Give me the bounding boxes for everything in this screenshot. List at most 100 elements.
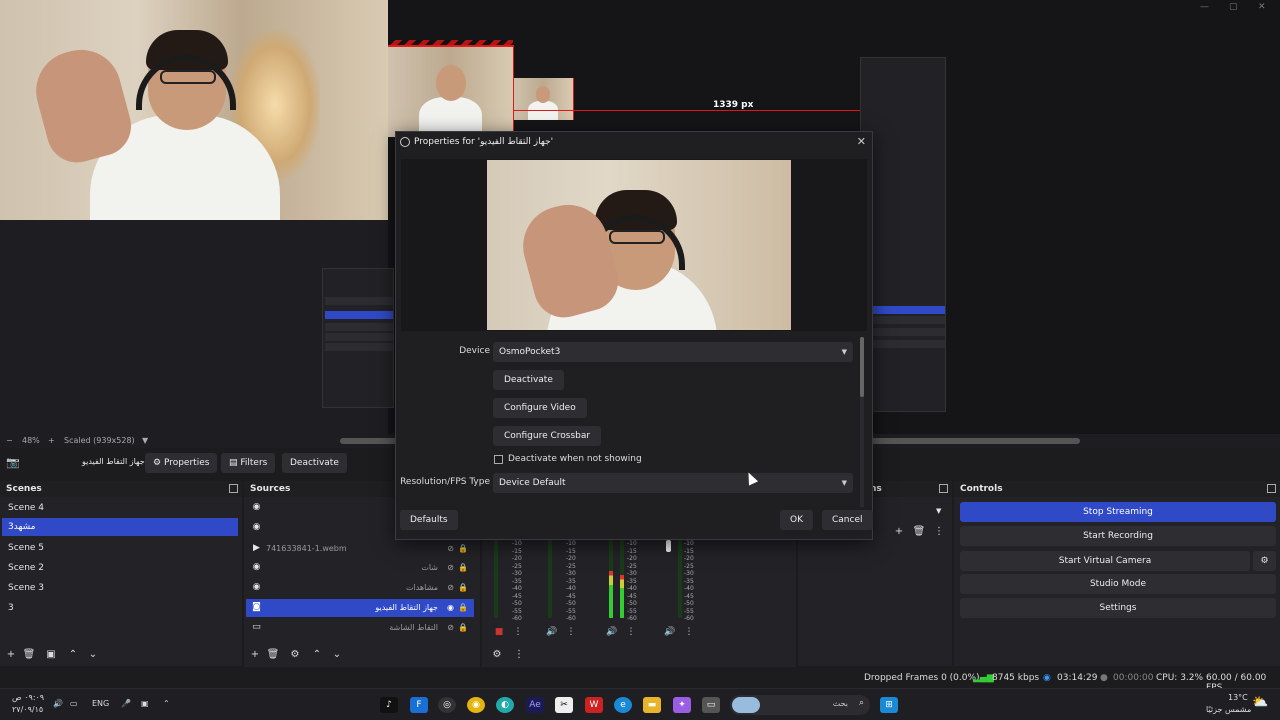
deactivate-button[interactable]: Deactivate <box>493 370 564 390</box>
virtual-camera-settings-button[interactable]: ⚙ <box>1253 551 1276 571</box>
chrome-icon[interactable]: ◉ <box>467 697 485 713</box>
lock-icon[interactable]: 🔒 <box>458 579 468 597</box>
folder-icon[interactable]: ▬ <box>643 697 661 713</box>
remove-source-button[interactable]: 🗑 <box>266 648 280 662</box>
move-down-icon[interactable]: ⌄ <box>86 648 100 662</box>
microphone-icon[interactable]: 🎤 <box>121 699 131 708</box>
speaker-icon[interactable]: 🔊 <box>606 626 618 638</box>
start-virtual-camera-button[interactable]: Start Virtual Camera <box>960 551 1250 571</box>
source-properties-button[interactable]: ⚙ <box>288 648 302 662</box>
device-select[interactable]: OsmoPocket3 ▼ <box>493 342 853 362</box>
add-scene-button[interactable]: + <box>4 648 18 662</box>
hidden-eye-icon[interactable]: ⊘ <box>447 619 454 637</box>
scene-filters-button[interactable]: ▣ <box>44 648 58 662</box>
minimize-button[interactable]: — <box>1200 2 1209 12</box>
mixer-menu-icon[interactable]: ⋮ <box>512 648 526 662</box>
move-up-icon[interactable]: ⌃ <box>310 648 324 662</box>
scene-item[interactable]: Scene 2 <box>2 559 238 577</box>
weather-temp[interactable]: 13°C <box>1228 693 1248 702</box>
speaker-icon[interactable]: 🔊 <box>546 626 558 638</box>
webcam-feed[interactable] <box>0 0 388 220</box>
mixer-settings-icon[interactable]: ⚙ <box>490 648 504 662</box>
volume-icon[interactable]: 🔊 <box>53 699 63 708</box>
chevron-up-icon[interactable]: ⌃ <box>163 699 170 708</box>
weather-desc[interactable]: مشمس جزئيًا <box>1206 705 1251 714</box>
eye-icon[interactable]: ◉ <box>447 599 454 617</box>
hidden-eye-icon[interactable]: ⊘ <box>447 579 454 597</box>
scale-dropdown-icon[interactable]: ▼ <box>142 436 148 445</box>
lock-icon[interactable]: 🔒 <box>458 599 468 617</box>
wps-icon[interactable]: W <box>585 697 603 713</box>
undock-icon[interactable] <box>229 484 238 493</box>
network-icon[interactable]: ▭ <box>70 699 78 708</box>
dialog-scrollbar[interactable] <box>860 337 864 507</box>
speaker-icon[interactable]: 🔊 <box>664 626 676 638</box>
scrollbar-thumb[interactable] <box>860 337 864 397</box>
clock-date[interactable]: ٢٧/٠٩/١٥ <box>12 705 43 714</box>
copilot-icon[interactable]: ✦ <box>673 697 691 713</box>
source-item[interactable]: ◉ شات ⊘ 🔒 <box>246 559 474 577</box>
chevron-down-icon[interactable]: ▼ <box>936 507 941 515</box>
capcut-icon[interactable]: ✂ <box>555 697 573 713</box>
stop-streaming-button[interactable]: Stop Streaming <box>960 502 1276 522</box>
edge-icon[interactable]: e <box>614 697 632 713</box>
zoom-in-button[interactable]: + <box>48 436 55 445</box>
add-source-button[interactable]: + <box>248 648 262 662</box>
add-transition-button[interactable]: + <box>892 525 906 539</box>
hidden-eye-icon[interactable]: ⊘ <box>447 559 454 577</box>
clock-time[interactable]: ٠٩:٠٩ ص <box>12 693 44 702</box>
deactivate-when-not-showing-checkbox[interactable] <box>494 455 503 464</box>
source-item[interactable]: ▭ التقاط الشاشة ⊘ 🔒 <box>246 619 474 637</box>
configure-video-button[interactable]: Configure Video <box>493 398 587 418</box>
language-indicator[interactable]: ENG <box>92 699 109 708</box>
close-window-button[interactable]: ✕ <box>1258 2 1266 12</box>
hidden-eye-icon[interactable]: ⊘ <box>447 540 454 558</box>
source-item[interactable]: ◉ مشاهدات ⊘ 🔒 <box>246 579 474 597</box>
file-app-icon[interactable]: F <box>410 697 428 713</box>
window-switcher-icon[interactable]: ▭ <box>702 697 720 713</box>
remove-scene-button[interactable]: 🗑 <box>22 648 36 662</box>
remove-transition-button[interactable]: 🗑 <box>912 525 926 539</box>
scene-item[interactable]: Scene 4 <box>2 499 238 517</box>
settings-button[interactable]: Settings <box>960 598 1276 618</box>
deactivate-toolbar-button[interactable]: Deactivate <box>282 453 347 473</box>
undock-icon[interactable] <box>1267 484 1276 493</box>
scene-item[interactable]: Scene 3 <box>2 579 238 597</box>
windows-start-icon[interactable]: ⊞ <box>880 697 898 713</box>
tiktok-icon[interactable]: ♪ <box>380 697 398 713</box>
more-options-icon[interactable]: ⋮ <box>932 525 946 539</box>
taskbar-search[interactable]: بحث ⌕ <box>730 695 870 715</box>
lock-icon[interactable]: 🔒 <box>458 540 468 558</box>
maximize-button[interactable]: ▢ <box>1229 2 1238 12</box>
muted-speaker-icon[interactable]: ■ <box>493 626 505 638</box>
scene-item[interactable]: 3 <box>2 599 238 617</box>
obs-icon[interactable]: ◎ <box>438 697 456 713</box>
undock-icon[interactable] <box>939 484 948 493</box>
move-up-icon[interactable]: ⌃ <box>66 648 80 662</box>
source-item[interactable]: ▶ 741633841-1.webm ⊘ 🔒 <box>246 540 474 558</box>
move-down-icon[interactable]: ⌄ <box>330 648 344 662</box>
defaults-button[interactable]: Defaults <box>400 510 458 530</box>
volume-slider-handle[interactable] <box>666 540 671 552</box>
scene-item[interactable]: Scene 5 <box>2 539 238 557</box>
ok-button[interactable]: OK <box>780 510 813 530</box>
more-options-icon[interactable]: ⋮ <box>565 626 577 638</box>
properties-button[interactable]: ⚙ Properties <box>145 453 218 473</box>
resolution-select[interactable]: Device Default ▼ <box>493 473 853 493</box>
app-icon[interactable]: ◐ <box>496 697 514 713</box>
more-options-icon[interactable]: ⋮ <box>625 626 637 638</box>
filters-button[interactable]: ▤ Filters <box>221 453 276 473</box>
source-item-selected[interactable]: ◙ جهاز التقاط الفيديو ◉ 🔒 <box>246 599 474 617</box>
weather-icon[interactable]: ⛅ <box>1252 695 1268 710</box>
zoom-out-button[interactable]: − <box>6 436 13 445</box>
more-options-icon[interactable]: ⋮ <box>683 626 695 638</box>
cancel-button[interactable]: Cancel <box>822 510 873 530</box>
scene-item-selected[interactable]: مشهد3 <box>2 518 238 536</box>
lock-icon[interactable]: 🔒 <box>458 619 468 637</box>
configure-crossbar-button[interactable]: Configure Crossbar <box>493 426 602 446</box>
start-recording-button[interactable]: Start Recording <box>960 526 1276 546</box>
close-icon[interactable]: ✕ <box>857 135 866 148</box>
after-effects-icon[interactable]: Ae <box>526 697 544 713</box>
studio-mode-button[interactable]: Studio Mode <box>960 574 1276 594</box>
tray-app-icon[interactable]: ▣ <box>141 699 149 708</box>
